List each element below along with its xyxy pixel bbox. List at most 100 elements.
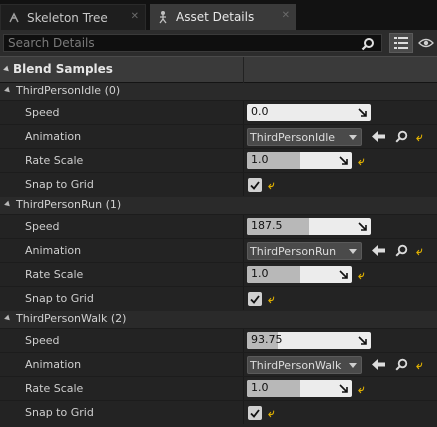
animation-row: Animation ThirdPersonRun ⤶ (0, 238, 437, 262)
column-divider (243, 125, 244, 148)
reset-to-default-icon[interactable]: ⤶ (416, 130, 423, 145)
rate-scale-value: 1.0 (251, 381, 269, 394)
drag-handle-icon (358, 336, 367, 345)
snap-to-grid-checkbox[interactable] (248, 178, 262, 192)
tab-label: Asset Details (176, 10, 255, 24)
column-divider (243, 287, 244, 310)
reset-to-default-icon[interactable]: ⤶ (358, 382, 365, 397)
sample-group-header[interactable]: ThirdPersonRun (1) (0, 197, 437, 214)
speed-value: 0.0 (251, 105, 269, 118)
search-input[interactable] (4, 35, 381, 51)
tab-bar: Skeleton Tree ✕ Asset Details ✕ (0, 0, 437, 30)
reset-to-default-icon[interactable]: ⤶ (416, 358, 423, 373)
speed-input[interactable]: 0.0 (247, 104, 371, 121)
browse-button[interactable] (394, 129, 408, 143)
search-icon (394, 130, 407, 143)
rate-scale-row: Rate Scale 1.0 ⤶ (0, 262, 437, 286)
column-divider (243, 57, 244, 84)
sample-group-header[interactable]: ThirdPersonWalk (2) (0, 311, 437, 328)
tab-label: Skeleton Tree (27, 10, 108, 25)
visibility-button[interactable] (417, 34, 435, 52)
speed-label: Speed (25, 334, 60, 347)
reset-to-default-icon[interactable]: ⤶ (358, 268, 365, 283)
animation-dropdown[interactable]: ThirdPersonIdle (247, 128, 362, 146)
rate-scale-value: 1.0 (251, 267, 269, 280)
animation-dropdown[interactable]: ThirdPersonRun (247, 242, 362, 260)
snap-to-grid-checkbox[interactable] (248, 406, 262, 420)
category-blend-samples[interactable]: Blend Samples (0, 56, 437, 84)
column-divider (243, 239, 244, 262)
column-divider (243, 329, 244, 352)
snap-to-grid-label: Snap to Grid (25, 406, 94, 419)
use-selected-button[interactable] (371, 243, 385, 257)
eye-icon (418, 38, 434, 48)
snap-to-grid-checkbox[interactable] (248, 292, 262, 306)
reset-to-default-icon[interactable]: ⤶ (358, 154, 365, 169)
collapse-arrow-icon (4, 314, 12, 323)
reset-to-default-icon[interactable]: ⤶ (268, 292, 275, 307)
view-options-button[interactable] (389, 33, 413, 53)
browse-button[interactable] (394, 243, 408, 257)
collapse-arrow-icon (3, 65, 11, 74)
speed-row: Speed 0.0 (0, 100, 437, 124)
property-list: ThirdPersonIdle (0) Speed 0.0 Animation … (0, 83, 437, 427)
rate-scale-label: Rate Scale (25, 154, 84, 167)
speed-value: 187.5 (251, 219, 283, 232)
sample-group-label: ThirdPersonIdle (0) (16, 84, 121, 97)
sample-group-header[interactable]: ThirdPersonIdle (0) (0, 83, 437, 100)
search-icon (361, 37, 375, 54)
checkmark-icon (250, 408, 260, 418)
snap-to-grid-label: Snap to Grid (25, 292, 94, 305)
animation-label: Animation (25, 358, 82, 371)
tab-asset-details[interactable]: Asset Details ✕ (150, 4, 296, 30)
use-selected-button[interactable] (371, 129, 385, 143)
speed-input[interactable]: 93.75 (247, 332, 371, 349)
speed-row: Speed 187.5 (0, 214, 437, 238)
rate-scale-value: 1.0 (251, 153, 269, 166)
details-toolbar (0, 30, 437, 56)
chevron-down-icon (349, 249, 357, 254)
list-icon (394, 37, 408, 49)
checkmark-icon (250, 294, 260, 304)
search-icon (394, 358, 407, 371)
column-divider (243, 377, 244, 400)
reset-to-default-icon[interactable]: ⤶ (268, 178, 275, 193)
checkmark-icon (250, 180, 260, 190)
search-box (3, 34, 382, 52)
collapse-arrow-icon (4, 86, 12, 95)
rate-scale-input[interactable]: 1.0 (247, 266, 352, 283)
speed-label: Speed (25, 106, 60, 119)
chevron-down-icon (349, 363, 357, 368)
arrow-left-icon (371, 358, 385, 370)
chevron-down-icon (349, 135, 357, 140)
use-selected-button[interactable] (371, 357, 385, 371)
animation-dropdown[interactable]: ThirdPersonWalk (247, 356, 362, 374)
collapse-arrow-icon (4, 200, 12, 209)
reset-to-default-icon[interactable]: ⤶ (416, 244, 423, 259)
category-label: Blend Samples (13, 62, 113, 76)
speed-row: Speed 93.75 (0, 328, 437, 352)
close-icon[interactable]: ✕ (282, 10, 290, 21)
tab-skeleton-tree[interactable]: Skeleton Tree ✕ (0, 4, 146, 30)
drag-handle-icon (339, 156, 348, 165)
rate-scale-input[interactable]: 1.0 (247, 152, 352, 169)
asset-details-icon (156, 10, 170, 24)
snap-to-grid-row: Snap to Grid ⤶ (0, 172, 437, 196)
column-divider (243, 173, 244, 196)
rate-scale-row: Rate Scale 1.0 ⤶ (0, 148, 437, 172)
reset-to-default-icon[interactable]: ⤶ (268, 406, 275, 421)
arrow-left-icon (371, 244, 385, 256)
speed-input[interactable]: 187.5 (247, 218, 371, 235)
rate-scale-input[interactable]: 1.0 (247, 380, 352, 397)
snap-to-grid-label: Snap to Grid (25, 178, 94, 191)
column-divider (243, 353, 244, 376)
column-divider (243, 215, 244, 238)
browse-button[interactable] (394, 357, 408, 371)
snap-to-grid-row: Snap to Grid ⤶ (0, 286, 437, 310)
rate-scale-label: Rate Scale (25, 382, 84, 395)
drag-handle-icon (339, 270, 348, 279)
skeleton-icon (7, 11, 21, 25)
snap-to-grid-row: Snap to Grid ⤶ (0, 400, 437, 424)
animation-value: ThirdPersonWalk (250, 359, 342, 372)
close-icon[interactable]: ✕ (131, 11, 139, 22)
